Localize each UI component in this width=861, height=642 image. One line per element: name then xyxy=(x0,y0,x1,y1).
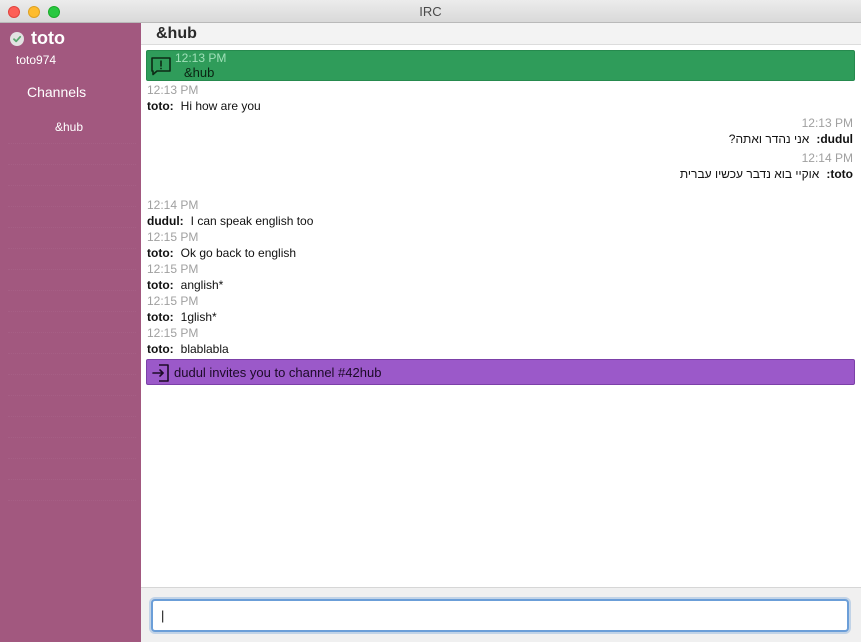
chat-main: &hub 12:13 PM &hub 12:13 PM toto: Hi how … xyxy=(141,23,861,642)
message-text: אני נהדר ואתה? xyxy=(728,132,810,146)
list-item: 12:14 PM dudul: I can speak english too xyxy=(147,198,853,230)
window-title: IRC xyxy=(419,4,442,19)
user-status: toto xyxy=(10,28,65,49)
composer xyxy=(141,587,861,642)
message-nick: toto: xyxy=(147,99,174,113)
join-notice: 12:13 PM &hub xyxy=(146,50,855,81)
title-bar: IRC xyxy=(0,0,861,23)
list-item: 12:15 PM toto: blablabla xyxy=(147,326,853,358)
message-input[interactable] xyxy=(151,599,849,632)
message-list[interactable]: 12:13 PM &hub 12:13 PM toto: Hi how are y… xyxy=(141,46,861,587)
enter-icon xyxy=(152,364,169,382)
message-nick: toto: xyxy=(826,167,853,181)
join-notice-text: &hub xyxy=(184,65,215,80)
message-time: 12:13 PM xyxy=(147,83,199,97)
list-item: 12:15 PM toto: Ok go back to english xyxy=(147,230,853,262)
user-handle: toto974 xyxy=(16,53,57,67)
message-time: 12:14 PM xyxy=(147,198,199,212)
list-item: 12:15 PM toto: 1glish* xyxy=(147,294,853,326)
message-nick: toto: xyxy=(147,342,174,356)
message-time: 12:15 PM xyxy=(147,262,199,276)
message-time: 12:13 PM xyxy=(801,116,853,130)
message-text: Ok go back to english xyxy=(180,246,297,260)
message-nick: dudul: xyxy=(147,214,184,228)
sidebar: toto toto974 Channels &hub xyxy=(0,23,141,642)
sidebar-ghost-pattern xyxy=(8,123,136,501)
list-item: 12:14 PM toto: אוקיי בוא נדבר עכשיו עברית xyxy=(147,151,853,183)
message-time: 12:15 PM xyxy=(147,230,199,244)
message-text: Hi how are you xyxy=(180,99,261,113)
invite-notice-text: dudul invites you to channel #42hub xyxy=(174,365,382,380)
message-text: אוקיי בוא נדבר עכשיו עברית xyxy=(679,167,820,181)
message-nick: toto: xyxy=(147,310,174,324)
message-time: 12:14 PM xyxy=(801,151,853,165)
message-text: blablabla xyxy=(180,342,229,356)
list-item: 12:13 PM dudul: אני נהדר ואתה? xyxy=(147,116,853,148)
check-circle-icon xyxy=(10,31,24,46)
channel-header: &hub xyxy=(141,23,861,45)
message-text: anglish* xyxy=(180,278,224,292)
list-item: 12:13 PM toto: Hi how are you xyxy=(147,83,853,115)
message-text: I can speak english too xyxy=(190,214,314,228)
invite-notice[interactable]: dudul invites you to channel #42hub xyxy=(146,359,855,385)
channel-title: &hub xyxy=(156,25,197,42)
channels-heading: Channels xyxy=(27,84,87,100)
message-text: 1glish* xyxy=(180,310,217,324)
message-time: 12:15 PM xyxy=(147,326,199,340)
chat-alert-icon xyxy=(151,57,171,76)
user-name: toto xyxy=(31,28,65,48)
sidebar-channel-hub[interactable]: &hub xyxy=(55,120,83,134)
message-nick: toto: xyxy=(147,278,174,292)
message-nick: dudul: xyxy=(816,132,853,146)
join-notice-time: 12:13 PM xyxy=(175,51,227,65)
message-time: 12:15 PM xyxy=(147,294,199,308)
message-nick: toto: xyxy=(147,246,174,260)
list-item: 12:15 PM toto: anglish* xyxy=(147,262,853,294)
